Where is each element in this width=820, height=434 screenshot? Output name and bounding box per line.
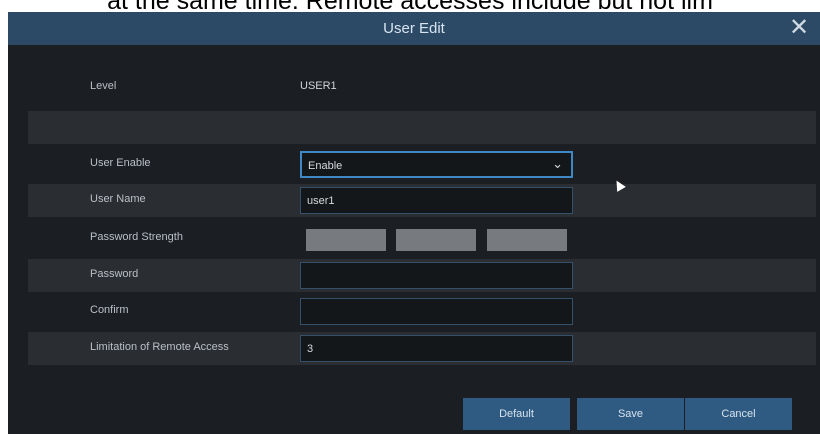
strength-bar-strong xyxy=(487,229,567,251)
strength-bar-weak xyxy=(306,229,386,251)
dialog-titlebar: User Edit ✕ xyxy=(8,12,820,45)
user-enable-label: User Enable xyxy=(90,157,151,169)
save-button[interactable]: Save xyxy=(577,398,684,430)
strength-bar-medium xyxy=(396,229,476,251)
user-name-row: User Name user1 xyxy=(28,184,816,217)
dialog-title: User Edit xyxy=(383,20,445,37)
level-value: USER1 xyxy=(300,80,337,92)
remote-access-input[interactable]: 3 xyxy=(300,335,573,362)
cancel-button[interactable]: Cancel xyxy=(685,398,792,430)
remote-access-label: Limitation of Remote Access xyxy=(90,341,229,353)
password-row: Password xyxy=(28,259,816,292)
password-label: Password xyxy=(90,268,139,280)
close-icon[interactable]: ✕ xyxy=(786,14,812,42)
user-name-value: user1 xyxy=(307,195,335,207)
password-strength-row: Password Strength xyxy=(28,222,816,255)
confirm-row: Confirm xyxy=(28,295,816,328)
remote-access-value: 3 xyxy=(307,343,314,355)
confirm-input[interactable] xyxy=(300,298,573,325)
password-strength-label: Password Strength xyxy=(90,231,183,243)
user-name-label: User Name xyxy=(90,193,146,205)
level-row: Level USER1 xyxy=(28,71,816,104)
password-input[interactable] xyxy=(300,262,573,289)
user-edit-dialog: User Edit ✕ Level USER1 User Enable Enab… xyxy=(8,12,820,434)
chevron-down-icon: ⌄ xyxy=(552,156,563,171)
remote-access-row: Limitation of Remote Access 3 xyxy=(28,332,816,365)
user-enable-value: Enable xyxy=(308,160,343,172)
user-name-input[interactable]: user1 xyxy=(300,187,573,214)
default-button[interactable]: Default xyxy=(463,398,570,430)
user-enable-select[interactable]: Enable ⌄ xyxy=(300,151,573,178)
confirm-label: Confirm xyxy=(90,304,129,316)
user-enable-row: User Enable Enable ⌄ xyxy=(28,148,816,181)
level-label: Level xyxy=(90,80,117,92)
spacer-row xyxy=(28,111,816,144)
